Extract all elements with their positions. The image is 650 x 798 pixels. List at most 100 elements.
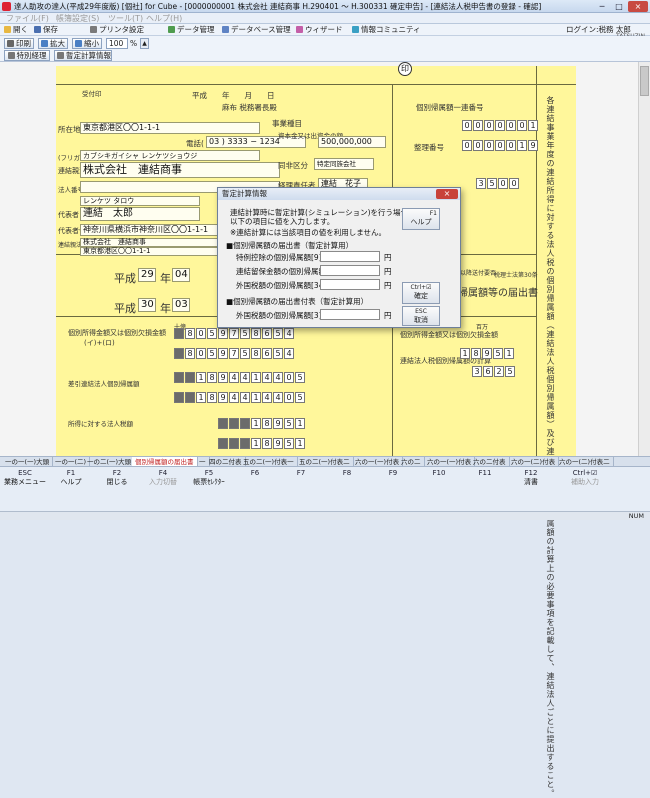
dialog-close-button[interactable]: ×	[436, 189, 458, 199]
digit: 0	[517, 120, 527, 131]
amount-row-3[interactable]: 1894414405	[174, 372, 306, 383]
menu-tools[interactable]: ツール(T)	[108, 13, 143, 24]
vertical-scrollbar[interactable]	[638, 62, 650, 456]
fkey-f2[interactable]: F2 閉じる	[94, 469, 140, 509]
fkey-ctrl-check[interactable]: Ctrl+☑ 補助入力	[560, 469, 610, 509]
maximize-button[interactable]: □	[611, 1, 627, 12]
wizard-button[interactable]: ウィザード	[296, 25, 343, 35]
menu-settings[interactable]: 帳簿設定(S)	[56, 13, 99, 24]
parent-corp-field[interactable]: 株式会社 連結商事	[80, 238, 220, 247]
group-number-boxes[interactable]: 0000001	[462, 120, 539, 131]
parent-address-field[interactable]: 東京都港区〇〇1-1-1	[80, 247, 220, 256]
view-toolbar: 印刷 拡大 縮小 100 % ▲	[0, 36, 650, 50]
period-end-year[interactable]: 30	[138, 298, 156, 312]
period-end-era: 平成	[114, 302, 136, 315]
special-accounting-button[interactable]: 特別経理	[4, 50, 50, 61]
digit: 1	[295, 418, 305, 429]
code-boxes[interactable]: 3500	[476, 178, 520, 189]
fkey-f6[interactable]: F6	[232, 469, 278, 509]
tax-attorney-label: 税理士法第30条	[494, 272, 538, 279]
digit	[174, 328, 184, 339]
fkey-f12[interactable]: F12 清書	[508, 469, 554, 509]
digit: 6	[483, 366, 493, 377]
digit: 1	[251, 372, 261, 383]
digit: 8	[471, 348, 481, 359]
printer-icon	[90, 26, 97, 33]
digit: 4	[240, 392, 250, 403]
confirm-button[interactable]: Ctrl+☑ 確定	[402, 282, 440, 304]
help-button[interactable]: F1 ヘルプ	[402, 208, 440, 230]
period-start-month[interactable]: 04	[172, 268, 190, 282]
digit: 9	[218, 372, 228, 383]
digit: 8	[185, 328, 195, 339]
fkey-f7[interactable]: F7	[278, 469, 324, 509]
digit: 1	[251, 418, 261, 429]
digit: 1	[460, 348, 470, 359]
zoom-in-button[interactable]: 拡大	[38, 38, 68, 49]
fkey-f5[interactable]: F5 帳票ｾﾚｸﾀｰ	[186, 469, 232, 509]
cancel-button[interactable]: ESC 取消	[402, 306, 440, 326]
print-button[interactable]: 印刷	[4, 38, 34, 49]
amount-row-1[interactable]: 8059758654	[174, 328, 295, 339]
right-amount-2[interactable]: 3625	[472, 366, 516, 377]
field-3-label: 外国税額の個別帰属額[34]	[236, 281, 327, 290]
zoom-spin-icon[interactable]: ▲	[140, 38, 149, 49]
corp-name-field[interactable]: 株式会社 連結商事	[80, 162, 280, 178]
kubun-field[interactable]: 特定同族会社	[314, 158, 374, 170]
capital-field[interactable]: 500,000,000	[318, 136, 386, 148]
field-3-input[interactable]	[320, 279, 380, 290]
amount-row-6[interactable]: 18951	[218, 438, 306, 449]
period-start-year[interactable]: 29	[138, 268, 156, 282]
fkey-f4[interactable]: F4 入力切替	[140, 469, 186, 509]
dialog-section-1: ■個別帰属額の届出書（暫定計算用）	[226, 241, 354, 250]
calc-title: 個別所得金額又は個別欠損金額	[68, 329, 166, 337]
rep-name-field[interactable]: 連結 太郎	[80, 207, 200, 221]
amount-row-5[interactable]: 18951	[218, 418, 306, 429]
scrollbar-thumb[interactable]	[640, 66, 649, 96]
right-amount-1[interactable]: 18951	[460, 348, 515, 359]
digit: 0	[462, 120, 472, 131]
field-2-input[interactable]	[320, 265, 380, 276]
community-button[interactable]: 情報コミュニティ	[352, 25, 421, 35]
save-button[interactable]: 保存	[34, 25, 58, 35]
digit: 8	[251, 348, 261, 359]
field-4-input[interactable]	[320, 309, 380, 320]
serial-number-boxes[interactable]: 0000019	[462, 140, 539, 151]
database-manage-button[interactable]: データベース管理	[222, 25, 291, 35]
digit: 5	[240, 328, 250, 339]
open-button[interactable]: 開く	[4, 25, 28, 35]
zoom-out-button[interactable]: 縮小	[72, 38, 102, 49]
rep-kana-field[interactable]: レンケツ タロウ	[80, 196, 200, 206]
address-field[interactable]: 東京都港区〇〇1-1-1	[80, 122, 260, 134]
amount-row-2[interactable]: 8059758654	[174, 348, 295, 359]
digit: 5	[284, 418, 294, 429]
fkey-f11[interactable]: F11	[462, 469, 508, 509]
period-end-month[interactable]: 03	[172, 298, 190, 312]
title-bar: 達人助攻の達人(平成29年度版) [個社] for Cube - [000000…	[0, 0, 650, 13]
checkbox-icon: ☑	[426, 284, 432, 291]
close-button[interactable]: ×	[628, 1, 648, 12]
data-manage-button[interactable]: データ管理	[168, 25, 215, 35]
printer-setup-button[interactable]: プリンタ設定	[90, 25, 144, 35]
amount-row-4[interactable]: 1894414405	[174, 392, 306, 403]
digit: 5	[487, 178, 497, 189]
fkey-esc[interactable]: ESC 業務メニュー	[2, 469, 48, 509]
fkey-f10[interactable]: F10	[416, 469, 462, 509]
business-label: 事業種目	[272, 119, 302, 128]
zoom-input[interactable]: 100	[106, 38, 128, 49]
fkey-f9[interactable]: F9	[370, 469, 416, 509]
menu-file[interactable]: ファイル(F)	[6, 13, 49, 24]
kana-field[interactable]: カブシキガイシャ レンケツショウジ	[80, 150, 260, 161]
minimize-button[interactable]: ─	[594, 1, 610, 12]
digit: 5	[295, 372, 305, 383]
cancel-label: 取消	[414, 316, 428, 324]
provisional-calc-button[interactable]: 暫定計算情報	[54, 50, 112, 61]
field-1-input[interactable]	[320, 251, 380, 262]
digit: 4	[229, 372, 239, 383]
printer-icon	[7, 40, 14, 47]
digit: 5	[284, 438, 294, 449]
digit: 7	[229, 328, 239, 339]
menu-help[interactable]: ヘルプ(H)	[146, 13, 182, 24]
fkey-f8[interactable]: F8	[324, 469, 370, 509]
fkey-f1[interactable]: F1 ヘルプ	[48, 469, 94, 509]
